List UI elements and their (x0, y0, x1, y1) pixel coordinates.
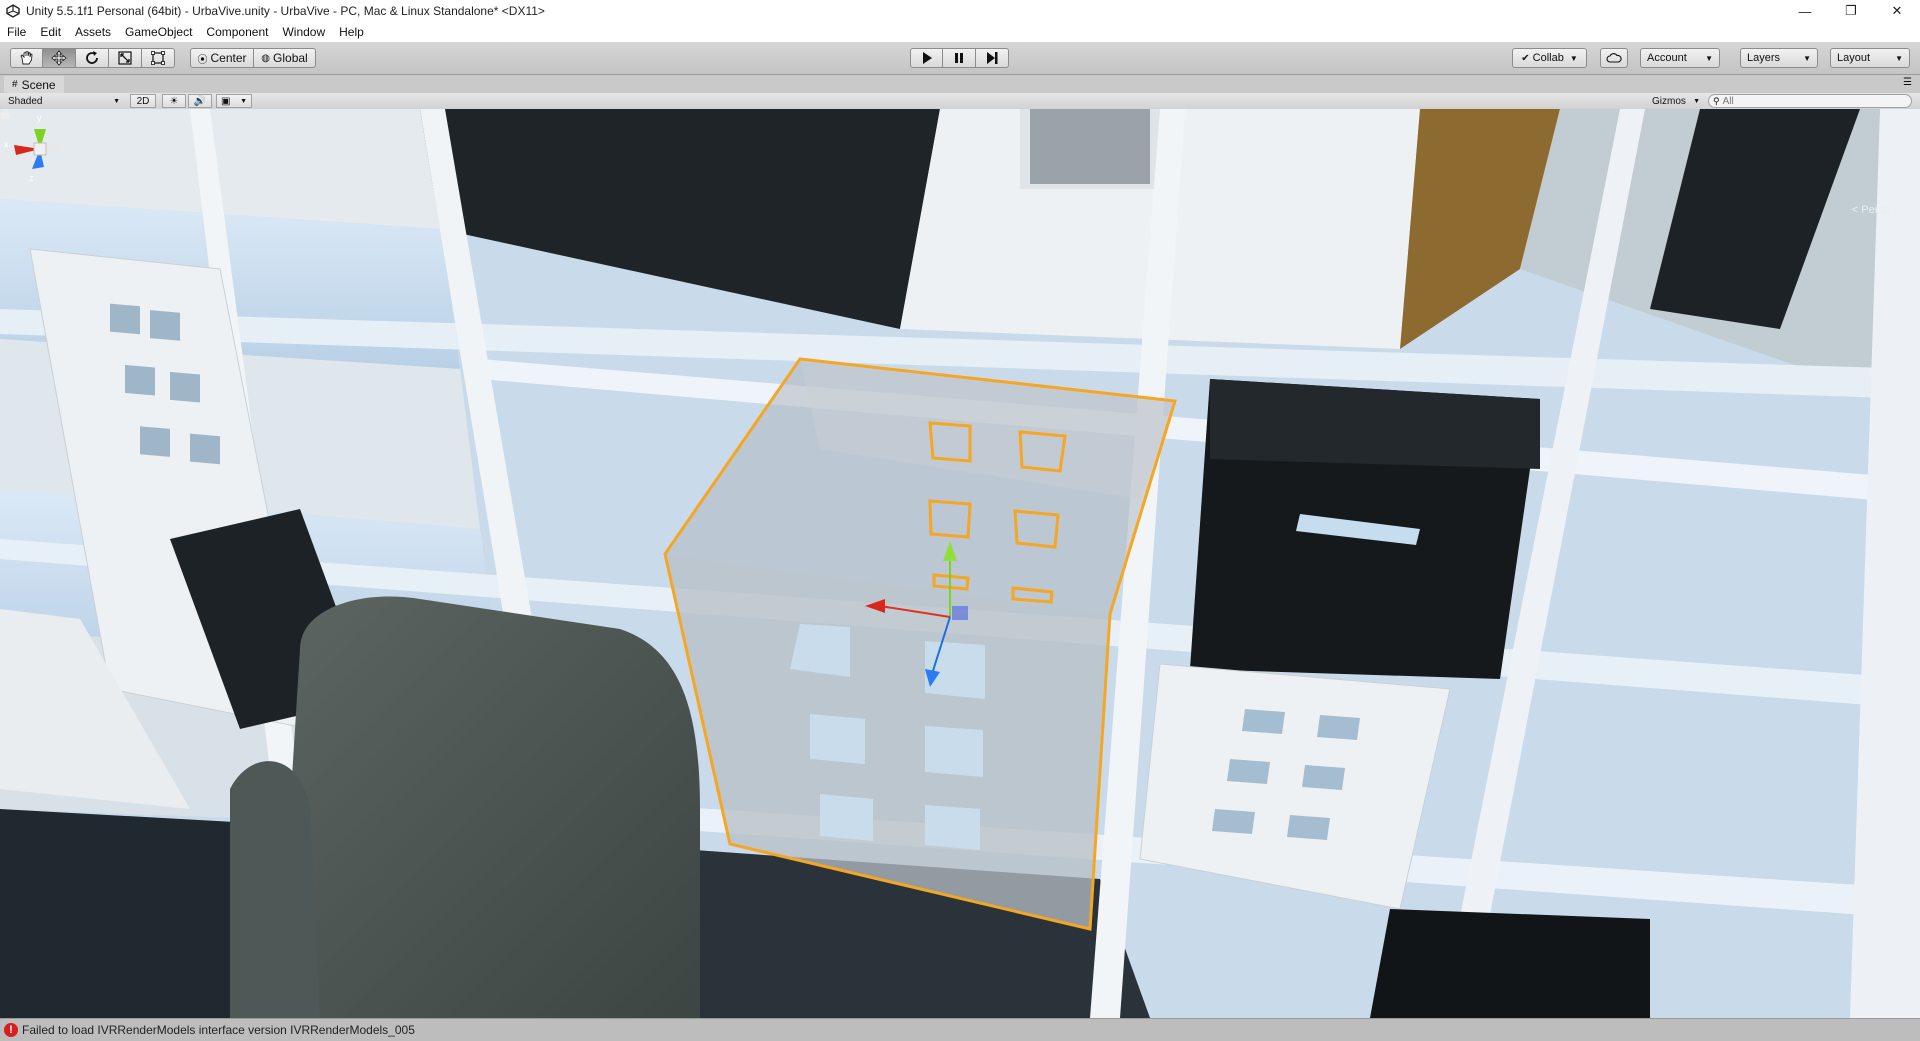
gizmo-x-label: x (4, 139, 9, 149)
console-status-bar[interactable]: ! Failed to load IVRRenderModels interfa… (0, 1018, 1920, 1041)
image-icon: ▣ (221, 95, 231, 107)
tab-scene[interactable]: # Scene (4, 76, 64, 93)
dropdown-arrow-icon: ▼ (113, 97, 120, 105)
window-title-bar: Unity 5.5.1f1 Personal (64bit) - UrbaViv… (0, 0, 1920, 22)
pivot-center-label: Center (210, 51, 247, 65)
menu-file[interactable]: File (0, 22, 33, 42)
move-tool-button[interactable] (43, 48, 76, 68)
projection-label: Persp (1861, 204, 1890, 216)
main-toolbar: ⦿ Center ◍ Global ✔ Collab ▼ Account ▼ L… (0, 42, 1920, 75)
gizmo-z-label: z (29, 173, 34, 183)
menu-edit[interactable]: Edit (33, 22, 68, 42)
persp-icon: < (1851, 204, 1859, 216)
window-title: Unity 5.5.1f1 Personal (64bit) - UrbaViv… (26, 4, 545, 18)
toggle-2d-label: 2D (136, 95, 150, 107)
step-icon (987, 52, 998, 64)
collab-label: Collab (1532, 52, 1564, 64)
dropdown-arrow-icon: ▼ (1705, 53, 1713, 63)
layers-dropdown[interactable]: Layers ▼ (1740, 48, 1818, 68)
projection-toggle[interactable]: < Persp (1852, 204, 1890, 216)
dropdown-arrow-icon: ▼ (1895, 53, 1903, 63)
maximize-button[interactable]: ❐ (1828, 0, 1874, 22)
shading-mode-label: Shaded (8, 95, 43, 107)
layers-label: Layers (1747, 52, 1781, 64)
status-message: Failed to load IVRRenderModels interface… (22, 1023, 415, 1037)
audio-toggle[interactable]: 🔊 (188, 94, 212, 108)
rotate-tool-button[interactable] (76, 48, 109, 68)
move-icon (51, 50, 67, 66)
transform-tools (10, 48, 175, 68)
layout-label: Layout (1837, 52, 1871, 64)
pivot-center-button[interactable]: ⦿ Center (190, 48, 254, 68)
pause-icon (955, 53, 963, 63)
scene-search-placeholder: All (1722, 95, 1734, 107)
unity-logo-icon (6, 4, 20, 18)
collab-dropdown[interactable]: ✔ Collab ▼ (1512, 48, 1587, 68)
menu-gameobject[interactable]: GameObject (118, 22, 199, 42)
lighting-toggle[interactable]: ☀ (162, 94, 186, 108)
account-label: Account (1647, 52, 1687, 64)
check-icon: ✔ (1521, 52, 1530, 64)
scale-icon (118, 51, 132, 65)
gizmos-dropdown[interactable]: Gizmos ▼ (1648, 94, 1704, 108)
gizmo-y-label: y (37, 113, 42, 123)
panel-menu-icon[interactable]: ☰ (1903, 77, 1912, 88)
cloud-button[interactable] (1600, 48, 1628, 68)
play-icon (922, 52, 932, 64)
dropdown-arrow-icon: ▼ (1693, 97, 1700, 105)
playback-controls (910, 48, 1009, 68)
dropdown-arrow-icon: ▼ (1803, 53, 1811, 63)
scene-viewport[interactable]: y x z < Persp (0, 109, 1920, 1018)
menu-window[interactable]: Window (275, 22, 332, 42)
menu-assets[interactable]: Assets (68, 22, 118, 42)
rect-tool-button[interactable] (142, 48, 175, 68)
lock-icon[interactable] (0, 109, 10, 119)
cloud-icon (1606, 53, 1622, 63)
account-dropdown[interactable]: Account ▼ (1640, 48, 1720, 68)
speaker-icon: 🔊 (193, 95, 207, 107)
effects-dropdown[interactable]: ▣ ▼ (216, 94, 252, 108)
globe-icon: ◍ (261, 52, 271, 64)
step-button[interactable] (976, 48, 1009, 68)
search-icon: ⚲ (1713, 95, 1720, 106)
menu-help[interactable]: Help (332, 22, 371, 42)
scene-search-field[interactable]: ⚲ All (1708, 94, 1912, 108)
scene-tab-label: Scene (21, 77, 56, 92)
toggle-2d-button[interactable]: 2D (130, 94, 156, 108)
sun-icon: ☀ (169, 95, 179, 107)
error-icon: ! (4, 1023, 18, 1037)
scene-render (0, 109, 1920, 1018)
close-button[interactable]: ✕ (1874, 0, 1920, 22)
minimize-button[interactable]: — (1782, 0, 1828, 22)
gizmos-label: Gizmos (1652, 95, 1686, 107)
pivot-center-icon: ⦿ (197, 54, 208, 66)
pivot-global-button[interactable]: ◍ Global (254, 48, 316, 68)
pause-button[interactable] (943, 48, 976, 68)
rect-tool-icon (151, 51, 165, 65)
menu-component[interactable]: Component (199, 22, 275, 42)
dropdown-arrow-icon: ▼ (240, 97, 247, 105)
shading-mode-dropdown[interactable]: Shaded ▼ (4, 94, 124, 108)
dropdown-arrow-icon: ▼ (1569, 53, 1578, 63)
pivot-toggles: ⦿ Center ◍ Global (190, 48, 316, 68)
scene-grid-icon: # (12, 79, 18, 90)
menu-bar: File Edit Assets GameObject Component Wi… (0, 22, 1920, 42)
layout-dropdown[interactable]: Layout ▼ (1830, 48, 1910, 68)
rotate-icon (86, 51, 98, 64)
orientation-gizmo[interactable]: y x z (0, 109, 80, 199)
hand-icon (19, 51, 32, 65)
scene-tab-bar: # Scene ☰ (0, 75, 1920, 94)
pivot-global-label: Global (273, 51, 308, 65)
play-button[interactable] (910, 48, 943, 68)
hand-tool-button[interactable] (10, 48, 43, 68)
scene-view-toolbar: Shaded ▼ 2D ☀ 🔊 ▣ ▼ Gizmos ▼ ⚲ All (0, 93, 1920, 110)
scale-tool-button[interactable] (109, 48, 142, 68)
